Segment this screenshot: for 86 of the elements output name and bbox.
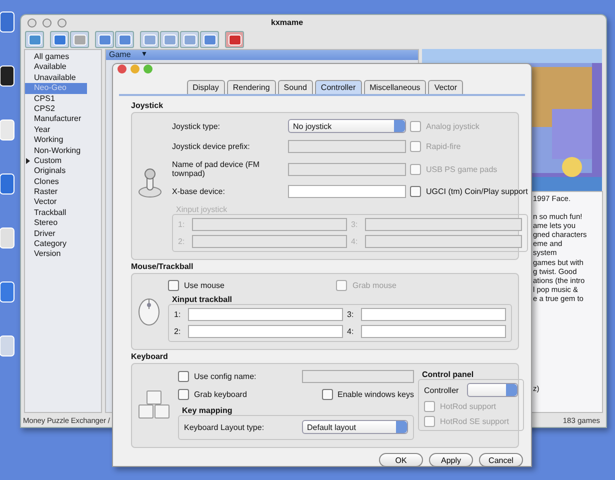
input-field[interactable] xyxy=(361,325,506,338)
toolbar-button[interactable] xyxy=(50,31,69,48)
dropdown[interactable] xyxy=(466,383,518,397)
checkbox[interactable]: Use config name: xyxy=(178,371,256,382)
toolbar-icon xyxy=(162,34,176,46)
toolbar-icon xyxy=(118,34,132,46)
field-label: 3: xyxy=(347,310,355,319)
toolbar-icon xyxy=(28,34,42,46)
toolbar-icon xyxy=(202,34,216,46)
category-item[interactable]: CPS2 xyxy=(25,104,101,114)
toolbar-button[interactable] xyxy=(200,31,219,48)
dialog-button[interactable]: OK xyxy=(379,453,423,467)
tab[interactable]: Vector xyxy=(428,80,463,94)
field-label: Controller xyxy=(424,386,459,394)
category-item[interactable]: Non-Working xyxy=(25,146,101,156)
category-item[interactable]: Available xyxy=(25,62,101,73)
field-label: 1: xyxy=(174,310,182,319)
toolbar-icon xyxy=(52,34,66,46)
group-title: Xinput joystick xyxy=(175,205,228,214)
group-title: Mouse/Trackball xyxy=(130,261,194,273)
toolbar-icon xyxy=(142,34,156,46)
field-label: 2: xyxy=(174,327,182,336)
window-title: kxmame xyxy=(271,18,304,27)
field-label: 1: xyxy=(178,220,186,229)
field-label: Name of pad device (FM townpad) xyxy=(172,160,261,178)
dialog-button[interactable]: Cancel xyxy=(479,453,523,467)
field-label: Joystick device prefix: xyxy=(172,142,251,151)
field-label: 3: xyxy=(351,220,359,229)
toolbar-button[interactable] xyxy=(25,31,44,48)
toolbar-button[interactable] xyxy=(115,31,134,48)
field-label: X-base device: xyxy=(172,187,226,196)
category-item[interactable]: Working xyxy=(25,135,101,146)
category-item[interactable]: Originals xyxy=(25,166,101,177)
tab[interactable]: Sound xyxy=(278,80,313,94)
category-item[interactable]: CPS1 xyxy=(25,94,101,104)
dialog-button[interactable]: Apply xyxy=(429,453,473,467)
field-label: 2: xyxy=(178,237,186,246)
category-item[interactable]: Clones xyxy=(25,176,101,188)
toolbar-button[interactable] xyxy=(70,31,89,48)
toolbar-icon xyxy=(72,34,86,46)
category-item[interactable]: Version xyxy=(25,249,101,260)
category-item[interactable]: Stereo xyxy=(25,218,101,229)
mouse-icon xyxy=(138,296,160,326)
keyboard-icon xyxy=(138,390,170,420)
field-label: 4: xyxy=(351,237,359,246)
group-title: Control panel xyxy=(421,370,475,379)
category-item[interactable]: Category xyxy=(25,239,101,250)
tab[interactable]: Controller xyxy=(314,80,362,94)
checkbox[interactable]: Grab keyboard xyxy=(178,389,247,400)
field-label: Keyboard Layout type: xyxy=(184,422,264,432)
checkbox[interactable]: Use mouse xyxy=(168,280,224,291)
dropdown[interactable]: Default layout xyxy=(302,420,408,434)
group-title: Key mapping xyxy=(181,406,234,415)
toolbar-button[interactable] xyxy=(160,31,179,48)
input-field[interactable] xyxy=(288,185,406,198)
category-item[interactable]: All games xyxy=(25,52,101,62)
tab[interactable]: Miscellaneous xyxy=(364,80,426,94)
category-item[interactable]: Custom xyxy=(25,156,101,166)
group-title: Xinput trackball xyxy=(171,295,234,304)
toolbar-button[interactable] xyxy=(95,31,114,48)
joystick-icon xyxy=(138,168,162,198)
group-title: Keyboard xyxy=(130,351,169,363)
input-field[interactable] xyxy=(361,308,506,321)
field-label: 4: xyxy=(347,327,355,336)
toolbar-icon xyxy=(182,34,196,46)
toolbar-icon xyxy=(228,34,242,46)
tab[interactable]: Display xyxy=(186,80,225,94)
category-item[interactable]: Raster xyxy=(25,187,101,198)
tab[interactable]: Rendering xyxy=(226,80,276,94)
category-item[interactable]: Unavailable xyxy=(25,72,101,84)
toolbar-button[interactable] xyxy=(140,31,159,48)
toolbar-button[interactable] xyxy=(180,31,199,48)
category-item[interactable]: Trackball xyxy=(25,208,101,218)
input-field[interactable] xyxy=(302,370,414,383)
category-item[interactable]: Driver xyxy=(25,228,101,240)
category-item[interactable]: Year xyxy=(25,124,101,136)
dropdown[interactable]: No joystick xyxy=(288,119,406,133)
checkbox[interactable]: Enable windows keys xyxy=(322,389,414,400)
toolbar-icon xyxy=(98,34,112,46)
field-label: Joystick type: xyxy=(172,122,222,130)
toolbar-button[interactable] xyxy=(225,31,244,48)
category-item[interactable]: Manufacturer xyxy=(25,114,101,125)
group-title: Joystick xyxy=(130,100,164,112)
category-item[interactable]: Vector xyxy=(25,197,101,208)
input-field[interactable] xyxy=(188,308,343,321)
input-field[interactable] xyxy=(188,325,343,338)
